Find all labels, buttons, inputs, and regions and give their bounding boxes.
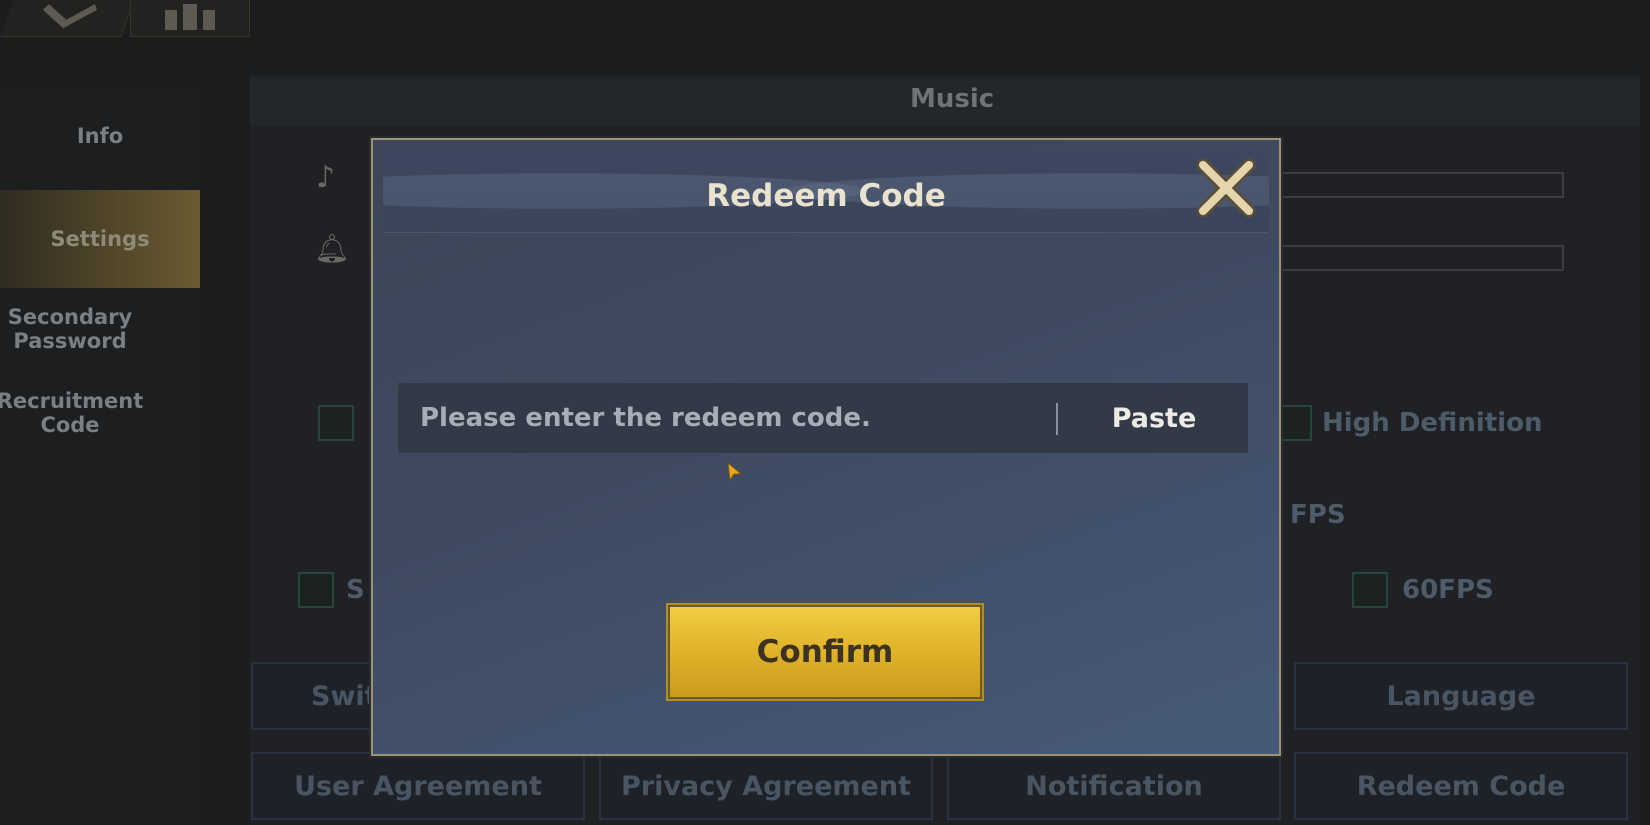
music-note-icon: ♪ (316, 160, 336, 195)
sidebar-item-info[interactable]: Info (0, 124, 200, 148)
castle-icon (165, 4, 215, 30)
paste-label: Paste (1111, 402, 1197, 434)
input-divider (1056, 403, 1058, 435)
sidebar-item-recruitment-code[interactable]: Recruitment Code (0, 389, 155, 437)
user-agreement-button[interactable]: User Agreement (251, 752, 585, 820)
notification-button[interactable]: Notification (947, 752, 1281, 820)
sfx-volume-slider[interactable] (1280, 245, 1564, 271)
dialog-header: Redeem Code (383, 150, 1269, 233)
privacy-agreement-label: Privacy Agreement (621, 770, 911, 802)
sidebar-item-settings[interactable]: Settings (0, 190, 200, 288)
emblem-icon (42, 4, 97, 29)
high-definition-checkbox[interactable] (1276, 405, 1312, 441)
top-nav-tab-back[interactable] (0, 0, 138, 37)
bell-icon: 🔔︎ (314, 232, 350, 265)
sidebar-item-secondary-password[interactable]: Secondary Password (0, 305, 155, 353)
music-volume-slider[interactable] (1280, 172, 1564, 198)
close-button[interactable] (1195, 157, 1257, 219)
confirm-label: Confirm (756, 634, 894, 670)
privacy-agreement-button[interactable]: Privacy Agreement (599, 752, 933, 820)
redeem-code-input[interactable] (398, 383, 1056, 453)
dialog-title: Redeem Code (706, 178, 946, 214)
language-button[interactable]: Language (1294, 662, 1628, 730)
option-checkbox-left[interactable] (298, 572, 334, 608)
graphics-option-checkbox[interactable] (318, 405, 354, 441)
top-nav-tab-home[interactable] (130, 0, 250, 37)
fps-60-label: 60FPS (1402, 575, 1494, 605)
redeem-code-button[interactable]: Redeem Code (1294, 752, 1628, 820)
sidebar-item-label: Settings (50, 227, 150, 251)
switch-button-label: Swit (311, 680, 378, 712)
fps-60-checkbox[interactable] (1352, 572, 1388, 608)
confirm-button[interactable]: Confirm (666, 603, 984, 701)
cursor-pointer-icon (727, 461, 743, 486)
fps-title: FPS (1290, 500, 1346, 530)
notification-label: Notification (1025, 770, 1203, 802)
top-nav (0, 0, 250, 37)
redeem-code-label: Redeem Code (1356, 770, 1566, 802)
high-definition-label: High Definition (1322, 408, 1543, 438)
close-icon (1196, 158, 1256, 218)
option-label-left-partial: S (346, 575, 365, 605)
music-section-title: Music (910, 84, 995, 114)
redeem-code-row: Paste (398, 383, 1248, 453)
language-button-label: Language (1386, 680, 1536, 712)
paste-button[interactable]: Paste (1060, 383, 1248, 453)
user-agreement-label: User Agreement (294, 770, 542, 802)
